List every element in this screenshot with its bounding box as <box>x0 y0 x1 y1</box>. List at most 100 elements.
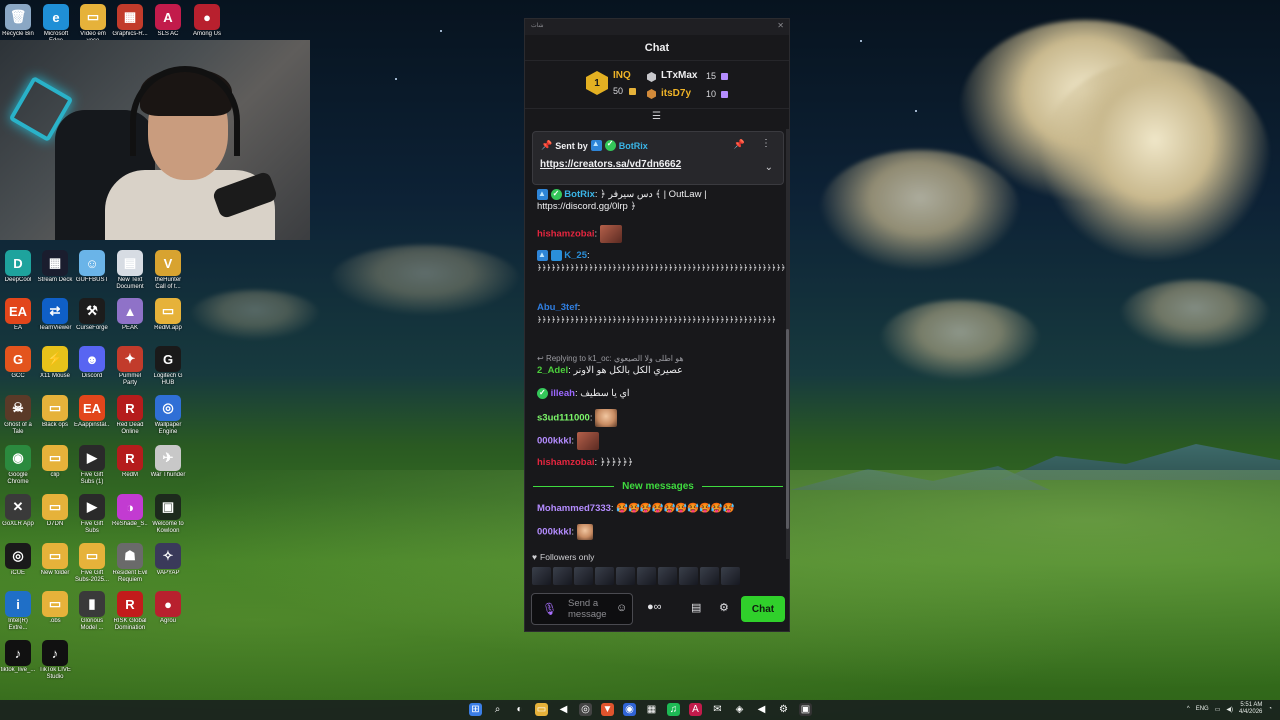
desktop-icon[interactable]: ▮ Glorious Model ... <box>74 591 110 632</box>
chat-username[interactable]: 000kkkl <box>537 436 571 447</box>
pinned-link[interactable]: https://creators.sa/vd7dn6662 <box>540 159 681 170</box>
viewer-avatar[interactable] <box>553 567 572 585</box>
desktop-icon[interactable]: ▶ Five Gift Subs (1) <box>74 445 110 486</box>
stream-deck-icon[interactable]: ▦ <box>645 703 658 716</box>
desktop-icon[interactable]: ☺ GUFFBUST <box>74 250 110 284</box>
chat-username[interactable]: BotRix <box>564 189 595 200</box>
leaderboard-second-name[interactable]: LTxMax <box>661 70 698 81</box>
emoji-icon[interactable]: ☺ <box>616 602 627 614</box>
viewer-avatar[interactable] <box>595 567 614 585</box>
desktop-icon[interactable]: R RISK Global Domination <box>112 591 148 632</box>
reply-context[interactable]: ↩ Replying to k1_oc: هو اطلى ولا الصيعوي <box>537 353 777 365</box>
chat-send-button[interactable]: Chat <box>741 596 785 622</box>
notification-icon[interactable]: ◔ <box>1268 706 1272 712</box>
clock[interactable]: 5:51 AM 4/4/2026 <box>1239 702 1262 716</box>
volume-icon[interactable]: ◀) <box>1226 706 1233 713</box>
desktop-icon[interactable]: ◑ ReShade_S... <box>112 494 148 528</box>
desktop-icon[interactable]: ◎ Wallpaper Engine <box>150 395 186 436</box>
windows-start-icon[interactable]: ⊞ <box>469 703 482 716</box>
leaderboard-first-name[interactable]: INQ <box>613 70 631 81</box>
viewer-avatar[interactable] <box>721 567 740 585</box>
viewer-avatar[interactable] <box>658 567 677 585</box>
community-icon[interactable]: ●∞ <box>647 601 662 613</box>
close-icon[interactable]: ✕ <box>777 21 784 30</box>
chat-username[interactable]: K_25 <box>564 250 587 261</box>
viewer-avatar[interactable] <box>574 567 593 585</box>
network-icon[interactable]: ▭ <box>1215 706 1221 713</box>
desktop-icon[interactable]: ● Agrou <box>150 591 186 625</box>
store-icon[interactable]: ▤ <box>691 601 701 614</box>
chat-username[interactable]: Mohammed7333 <box>537 503 611 514</box>
window-titlebar[interactable]: شات ✕ <box>525 19 789 35</box>
desktop-icon[interactable]: ▣ Welcome to Kowloon <box>150 494 186 535</box>
task-view-icon[interactable]: ◐ <box>513 703 526 716</box>
chat-input[interactable]: 🎙 Send a message ☺ <box>531 593 633 625</box>
desktop-icon[interactable]: G GCC <box>0 346 36 380</box>
desktop-icon[interactable]: ♪ TikTok LIVE Studio <box>37 640 73 681</box>
chat-username[interactable]: Abu_3tef <box>537 302 578 313</box>
obs-icon[interactable]: ◎ <box>579 703 592 716</box>
chat-username[interactable]: s3ud111000 <box>537 413 590 424</box>
search-icon[interactable]: ⌕ <box>491 703 504 716</box>
pinned-sender[interactable]: BotRix <box>619 141 648 151</box>
desktop-icon[interactable]: ▭ Black ops <box>37 395 73 429</box>
back-icon[interactable]: ◀ <box>557 703 570 716</box>
desktop-icon[interactable]: ▭ .obs <box>37 591 73 625</box>
chevron-down-icon[interactable]: ⌄ <box>765 162 773 173</box>
desktop-icon[interactable]: ✦ Pummel Party <box>112 346 148 387</box>
viewer-avatar[interactable] <box>532 567 551 585</box>
filter-icon[interactable]: ☰ <box>652 111 661 122</box>
desktop-icon[interactable]: G Logitech G HUB <box>150 346 186 387</box>
desktop-icon[interactable]: eMicrosoft Edge <box>38 4 74 45</box>
desktop-icon[interactable]: ♪ tiktok_live_... <box>0 640 36 674</box>
viewer-avatar[interactable] <box>679 567 698 585</box>
desktop-icon[interactable]: ◎ iCUE <box>0 543 36 577</box>
chat-username[interactable]: hishamzobai <box>537 229 595 240</box>
desktop-icon[interactable]: 🗑 Recycle Bin <box>0 4 36 38</box>
chat-username[interactable]: hishamzobai <box>537 457 595 468</box>
desktop-icon[interactable]: ▭ RedM.app <box>150 298 186 332</box>
desktop-icon[interactable]: A SLS AC <box>150 4 186 38</box>
desktop-icon[interactable]: ▤ New Text Document <box>112 250 148 291</box>
app-icon[interactable]: ◈ <box>733 703 746 716</box>
spotify-icon[interactable]: ♫ <box>667 703 680 716</box>
chat-username[interactable]: 000kkkl <box>537 527 571 538</box>
gear-icon[interactable]: ⚙ <box>719 601 729 614</box>
desktop-icon[interactable]: EA EAappinstal... <box>74 395 110 429</box>
desktop-icon[interactable]: ◉ Google Chrome <box>0 445 36 486</box>
desktop-icon[interactable]: ▭ New folder <box>37 543 73 577</box>
desktop-icon[interactable]: ✕ GoXLR App <box>0 494 36 528</box>
desktop-icon[interactable]: ▭Vídeo em voce <box>75 4 111 45</box>
chat-scrollbar[interactable] <box>786 129 789 559</box>
desktop-icon[interactable]: ☠ Ghost of a Tale <box>0 395 36 436</box>
viewer-avatar[interactable] <box>637 567 656 585</box>
app-icon[interactable]: ▣ <box>799 703 812 716</box>
desktop-icon[interactable]: D DeepCool <box>0 250 36 284</box>
desktop-icon[interactable]: ▭ clip <box>37 445 73 479</box>
desktop-icon[interactable]: ● Among Us <box>189 4 225 38</box>
microphone-icon[interactable]: 🎙 <box>542 602 557 616</box>
desktop-icon[interactable]: ✧ VAPYAP <box>150 543 186 577</box>
app-icon[interactable]: ◀ <box>755 703 768 716</box>
desktop-icon[interactable]: ☻ Discord <box>74 346 110 380</box>
desktop-icon[interactable]: ▭ Five Gift Subs-2025... <box>74 543 110 584</box>
chat-username[interactable]: 2_Adel <box>537 365 568 376</box>
desktop-icon[interactable]: ▶ Five Gift Subs <box>74 494 110 535</box>
settings-icon[interactable]: ⚙ <box>777 703 790 716</box>
leaderboard-third-name[interactable]: itsD7y <box>661 88 691 99</box>
viewer-avatar[interactable] <box>616 567 635 585</box>
new-messages-divider[interactable]: New messages <box>533 479 783 493</box>
desktop-icon[interactable]: ▭ D7DN <box>37 494 73 528</box>
desktop-icon[interactable]: ⇄ TeamViewer <box>37 298 73 332</box>
file-explorer-icon[interactable]: ▭ <box>535 703 548 716</box>
desktop-icon[interactable]: ⚒ CurseForge <box>74 298 110 332</box>
app-icon[interactable]: ◉ <box>623 703 636 716</box>
desktop-icon[interactable]: ⚡ X11 Mouse <box>37 346 73 380</box>
desktop-icon[interactable]: ✈ War Thunder <box>150 445 186 479</box>
desktop-icon[interactable]: R Red Dead Online <box>112 395 148 436</box>
desktop-icon[interactable]: EA EA <box>0 298 36 332</box>
viewer-avatar[interactable] <box>700 567 719 585</box>
mail-icon[interactable]: ✉ <box>711 703 724 716</box>
desktop-icon[interactable]: ▦ Graphics-R... <box>112 4 148 38</box>
more-options-icon[interactable]: ⋮ <box>761 138 771 149</box>
